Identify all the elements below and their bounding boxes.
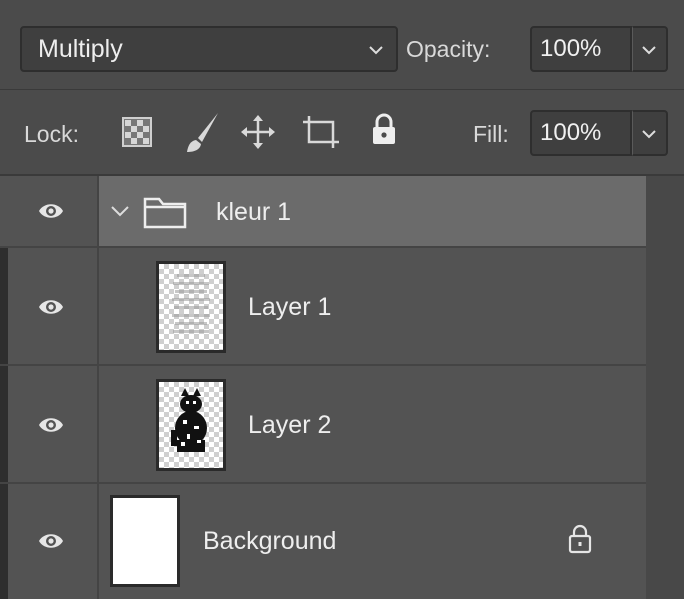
blend-options-bar: Multiply Opacity: 100%	[0, 0, 684, 90]
chevron-down-icon[interactable]	[109, 202, 131, 220]
layer-thumbnail[interactable]	[156, 379, 226, 471]
blend-mode-value: Multiply	[38, 35, 123, 63]
opacity-value: 100%	[540, 35, 602, 62]
opacity-input[interactable]: 100%	[530, 26, 632, 72]
lock-artboard-icon[interactable]	[302, 114, 340, 150]
layer-content-preview	[172, 274, 210, 333]
lock-all-icon[interactable]	[371, 112, 397, 146]
layer-thumbnail[interactable]	[110, 495, 180, 587]
lock-image-pixels-icon[interactable]	[182, 110, 222, 156]
eye-icon	[39, 534, 63, 548]
fill-value: 100%	[540, 119, 602, 146]
chevron-down-icon	[642, 130, 656, 139]
layer-name[interactable]: kleur 1	[216, 198, 291, 227]
opacity-dropdown-button[interactable]	[632, 26, 668, 72]
lock-transparent-pixels-icon[interactable]	[122, 117, 152, 147]
fill-input[interactable]: 100%	[530, 110, 632, 156]
panel-scroll-gutter	[646, 176, 684, 599]
layer-row-background[interactable]: Background	[0, 484, 646, 599]
visibility-toggle[interactable]	[0, 366, 99, 482]
opacity-label: Opacity:	[406, 36, 491, 62]
fill-dropdown-button[interactable]	[632, 110, 668, 156]
layer-row[interactable]: Layer 1	[0, 248, 646, 366]
lock-position-icon[interactable]	[240, 114, 276, 150]
layer-list: kleur 1 Layer 1 Layer 2 Background	[0, 176, 684, 599]
folder-icon	[143, 197, 187, 229]
layer-row[interactable]: Layer 2	[0, 366, 646, 484]
layer-name[interactable]: Layer 1	[248, 293, 331, 322]
eye-icon	[39, 418, 63, 432]
layer-row-group[interactable]: kleur 1	[0, 176, 646, 248]
eye-icon	[39, 300, 63, 314]
cat-figure-preview	[171, 388, 207, 452]
fill-label: Fill:	[473, 121, 509, 147]
lock-icon[interactable]	[568, 523, 592, 555]
lock-options-bar: Lock: Fill: 100%	[0, 90, 684, 176]
layers-panel: Multiply Opacity: 100% Lock: Fill: 100% …	[0, 0, 684, 599]
layer-name[interactable]: Background	[203, 527, 336, 556]
lock-label: Lock:	[24, 121, 79, 147]
eye-icon	[39, 204, 63, 218]
visibility-toggle[interactable]	[0, 484, 99, 599]
layer-thumbnail[interactable]	[156, 261, 226, 353]
layer-name[interactable]: Layer 2	[248, 411, 331, 440]
chevron-down-icon	[642, 46, 656, 55]
visibility-toggle[interactable]	[0, 248, 99, 364]
blend-mode-dropdown[interactable]: Multiply	[20, 26, 398, 72]
chevron-down-icon	[369, 46, 383, 55]
visibility-toggle[interactable]	[0, 176, 99, 246]
